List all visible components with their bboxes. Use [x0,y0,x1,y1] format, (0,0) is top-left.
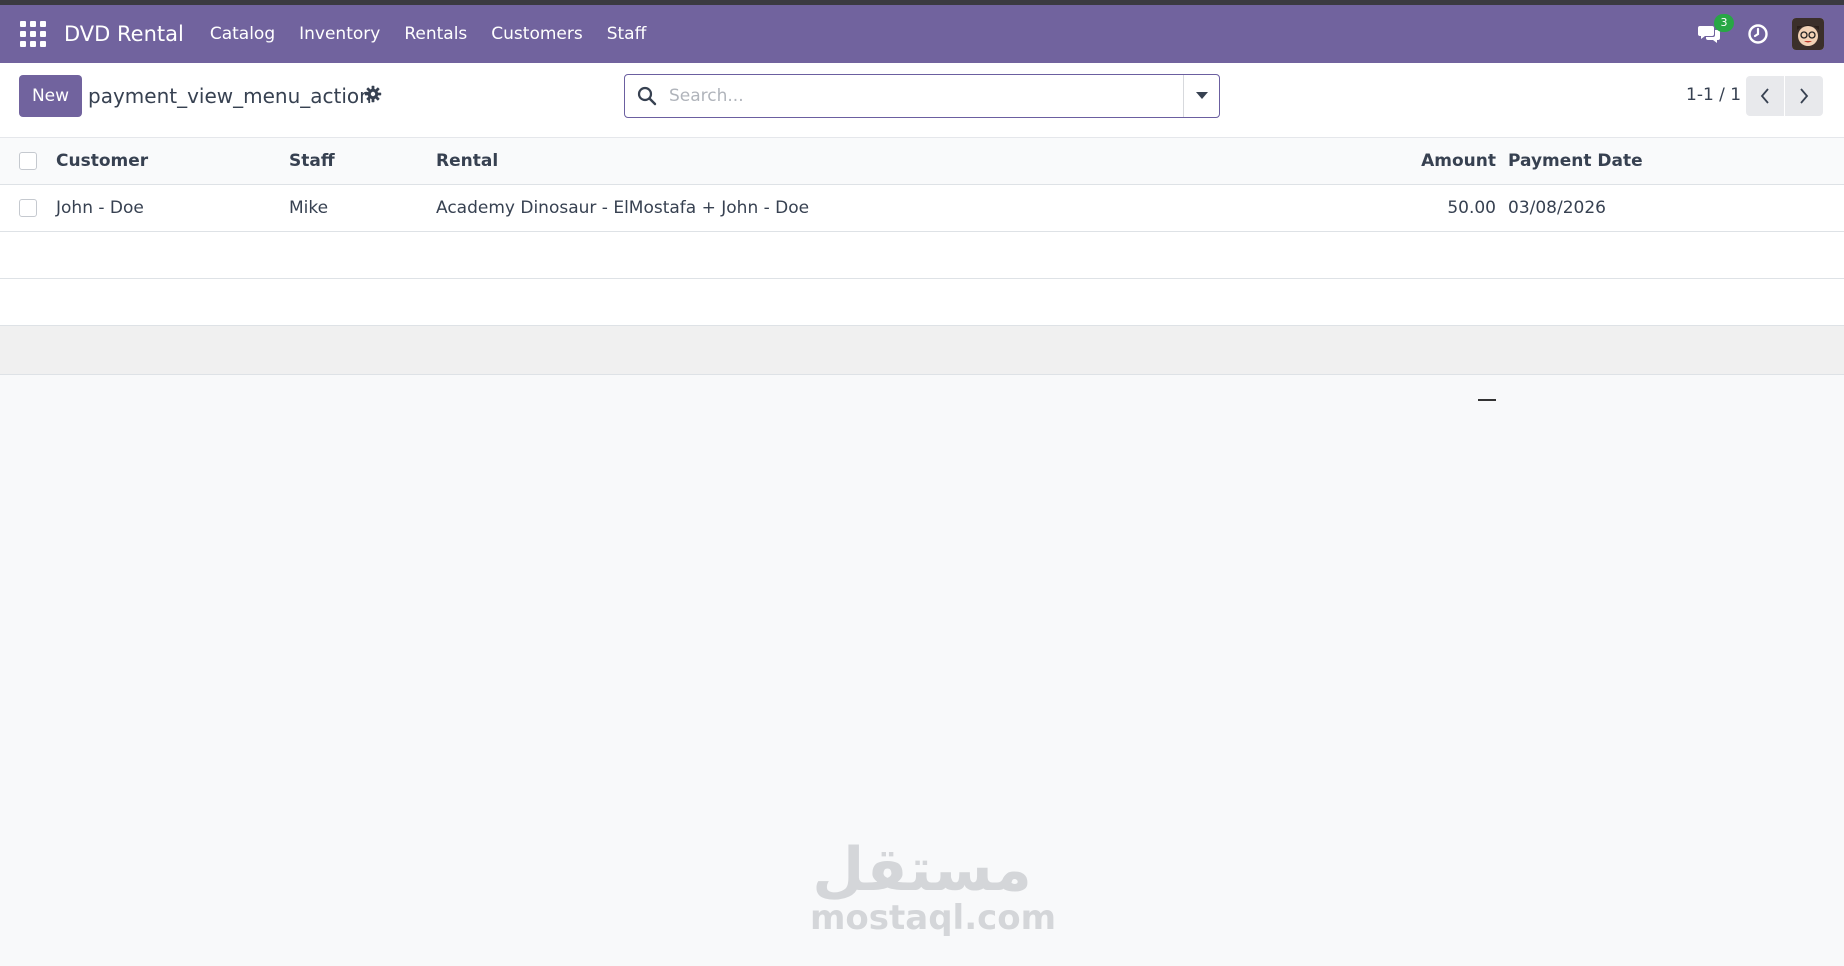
messages-button[interactable]: 3 [1696,14,1734,48]
cell-customer: John - Doe [56,198,144,218]
pager-value[interactable]: 1-1 / 1 [1686,85,1741,105]
breadcrumb-title: payment_view_menu_action [88,84,372,108]
payments-list: Customer Staff Rental Amount Payment Dat… [0,138,1844,375]
caret-down-icon [1195,92,1208,99]
select-all-checkbox[interactable] [19,152,37,170]
table-row[interactable]: John - Doe Mike Academy Dinosaur - ElMos… [0,185,1844,232]
column-header-rental[interactable]: Rental [436,138,498,184]
watermark: مستقل mostaql.com [810,835,1057,938]
menu-item-inventory[interactable]: Inventory [287,5,392,63]
cell-staff: Mike [289,198,329,218]
user-avatar[interactable] [1792,18,1824,50]
activities-button[interactable] [1744,20,1772,48]
clock-icon [1748,24,1768,44]
search-icon [625,86,669,106]
menu-item-catalog[interactable]: Catalog [198,5,287,63]
app-brand[interactable]: DVD Rental [64,22,184,46]
message-count-badge: 3 [1714,14,1734,32]
amount-total-dash [1478,399,1496,401]
search-options-toggle[interactable] [1183,75,1219,117]
column-header-staff[interactable]: Staff [289,138,335,184]
cell-rental: Academy Dinosaur - ElMostafa + John - Do… [436,198,810,218]
row-checkbox[interactable] [19,199,37,217]
search-input[interactable] [669,76,1183,116]
top-navbar: DVD Rental Catalog Inventory Rentals Cus… [0,5,1844,63]
control-panel: New payment_view_menu_action Search... 1… [0,63,1844,138]
avatar-face-icon [1792,18,1824,50]
column-header-amount[interactable]: Amount [1421,138,1496,184]
column-header-customer[interactable]: Customer [56,138,148,184]
chevron-right-icon [1800,88,1809,104]
table-footer [0,326,1844,375]
watermark-arabic: مستقل [812,835,1032,905]
empty-row [0,232,1844,279]
new-button[interactable]: New [19,75,82,117]
column-header-payment-date[interactable]: Payment Date [1508,138,1643,184]
menu-item-staff[interactable]: Staff [595,5,659,63]
watermark-latin: mostaql.com [810,898,1057,938]
cell-amount: 50.00 [1447,198,1496,218]
navbar-systray: 3 [1676,14,1824,50]
gear-icon[interactable] [364,85,382,103]
table-header: Customer Staff Rental Amount Payment Dat… [0,138,1844,185]
menu-item-customers[interactable]: Customers [479,5,594,63]
pager-next-button[interactable] [1785,76,1823,116]
empty-row [0,279,1844,326]
app-grid-icon[interactable] [20,21,46,47]
cell-payment-date: 03/08/2026 [1508,198,1606,218]
menu-item-rentals[interactable]: Rentals [392,5,479,63]
pager-previous-button[interactable] [1746,76,1784,116]
chevron-left-icon [1760,88,1769,104]
main-menu: Catalog Inventory Rentals Customers Staf… [198,5,658,63]
search-bar [624,74,1220,118]
